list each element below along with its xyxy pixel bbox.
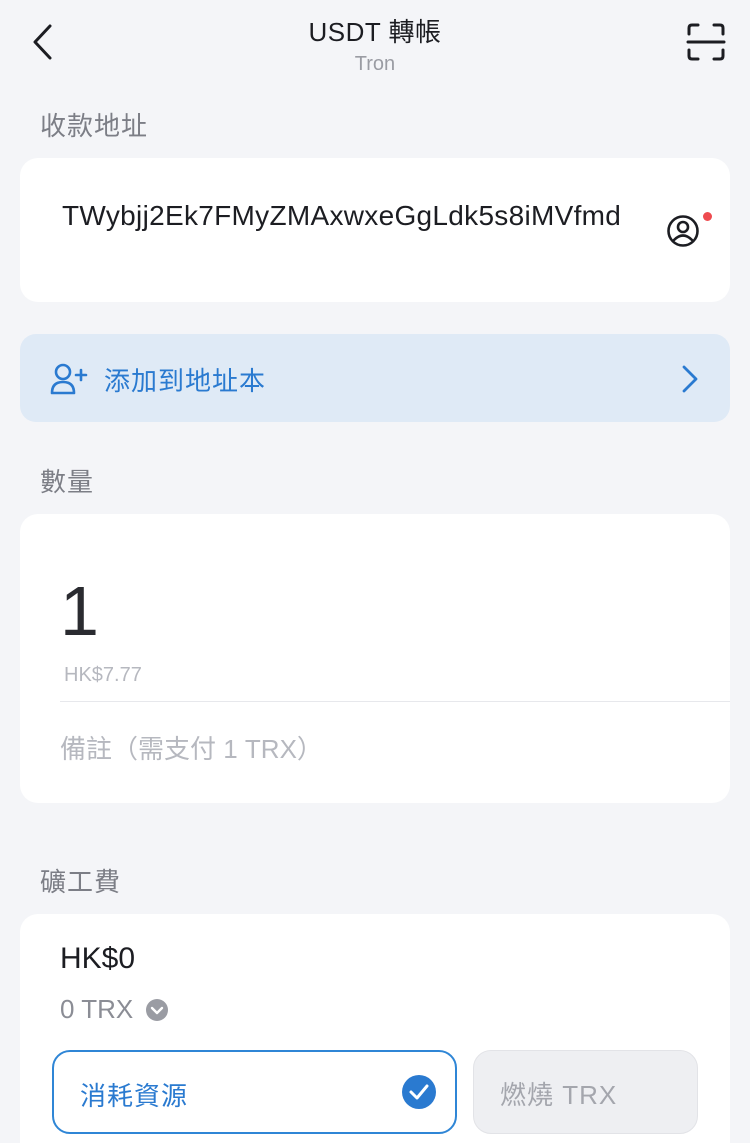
- fee-fiat-amount: HK$0: [60, 942, 136, 975]
- transfer-page: USDT 轉帳 Tron 收款地址 TWybjj2Ek7FMyZMAxwxeGg…: [0, 0, 750, 1143]
- scan-button[interactable]: [686, 22, 726, 62]
- scan-icon: [686, 23, 726, 61]
- chevron-down-icon: [146, 998, 169, 1021]
- amount-card: HK$7.77: [20, 514, 730, 803]
- amount-fiat-value: HK$7.77: [64, 664, 142, 686]
- top-bar: USDT 轉帳 Tron: [0, 0, 750, 90]
- fee-option-label: 消耗資源: [80, 1081, 189, 1111]
- recipient-address-card[interactable]: TWybjj2Ek7FMyZMAxwxeGgLdk5s8iMVfmd: [20, 158, 730, 302]
- fee-section-label: 礦工費: [40, 867, 122, 897]
- chevron-right-icon: [682, 365, 698, 393]
- network-subtitle: Tron: [354, 53, 396, 75]
- add-to-address-book-label: 添加到地址本: [104, 366, 267, 396]
- check-circle-icon: [402, 1075, 436, 1109]
- amount-input[interactable]: [60, 566, 660, 656]
- amount-section-label: 數量: [40, 467, 95, 497]
- page-title: USDT 轉帳: [308, 17, 442, 47]
- fee-details-toggle[interactable]: 0 TRX: [60, 994, 169, 1025]
- add-to-address-book-button[interactable]: 添加到地址本: [20, 334, 730, 422]
- title-block: USDT 轉帳 Tron: [0, 12, 750, 76]
- recipient-address-field[interactable]: TWybjj2Ek7FMyZMAxwxeGgLdk5s8iMVfmd: [62, 198, 632, 234]
- contacts-button[interactable]: [666, 212, 704, 250]
- contacts-icon: [667, 215, 699, 247]
- fee-option-consume-resources[interactable]: 消耗資源: [52, 1050, 457, 1134]
- notification-dot: [703, 212, 712, 221]
- recipient-section-label: 收款地址: [40, 111, 149, 141]
- memo-input[interactable]: [60, 724, 680, 774]
- divider: [60, 701, 730, 702]
- fee-token-amount: 0 TRX: [60, 994, 134, 1024]
- fee-card: HK$0 0 TRX 消耗資源 燃燒 TRX: [20, 914, 730, 1143]
- fee-option-burn-trx[interactable]: 燃燒 TRX: [473, 1050, 698, 1134]
- fee-option-label: 燃燒 TRX: [500, 1080, 618, 1110]
- user-plus-icon: [50, 363, 88, 395]
